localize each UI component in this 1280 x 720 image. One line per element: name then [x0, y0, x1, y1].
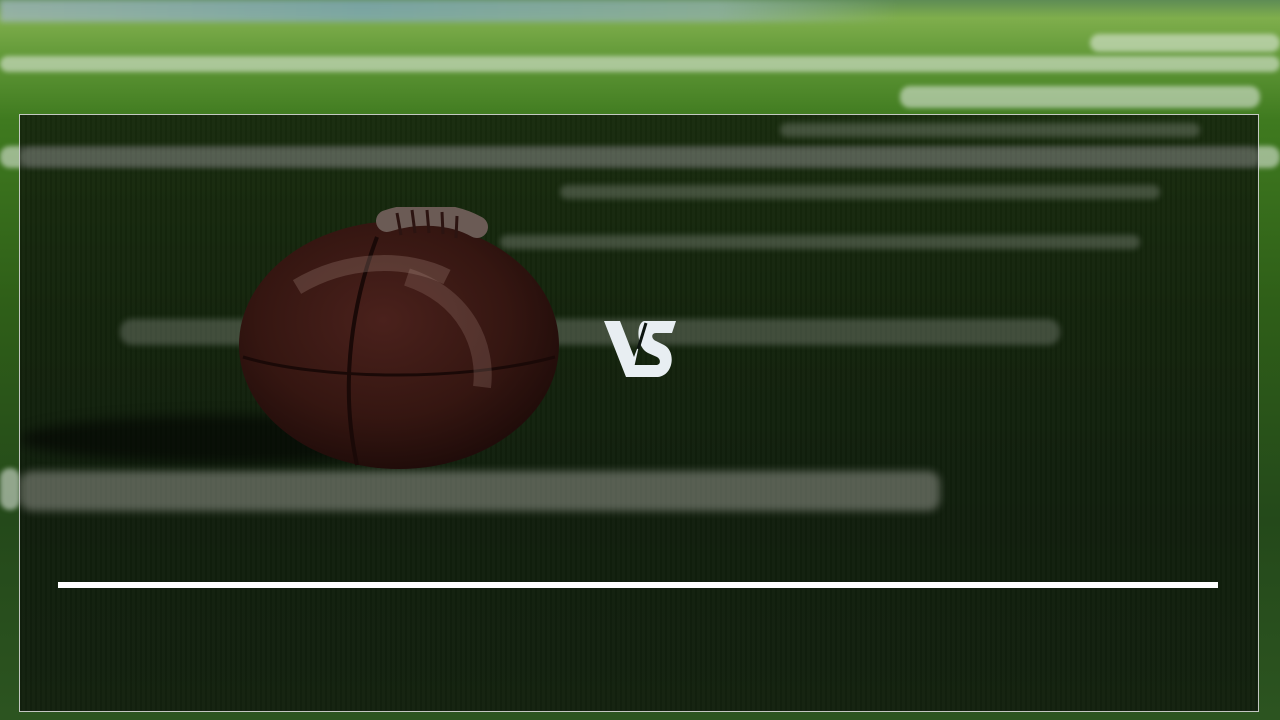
yard-line: [20, 147, 1258, 167]
dark-overlay-panel: [19, 114, 1259, 712]
yard-line: [1090, 34, 1280, 52]
football-icon: [239, 207, 559, 469]
yard-line: [500, 235, 1140, 249]
yard-line: [20, 471, 940, 511]
yard-line: [780, 123, 1200, 137]
stadium-blur: [0, 0, 900, 22]
vs-label: VS: [604, 319, 606, 320]
slide-canvas: VS: [0, 0, 1280, 720]
yard-line: [900, 86, 1260, 108]
yard-line: [560, 185, 1160, 199]
turf-texture: [20, 115, 1258, 711]
yard-line: [0, 468, 20, 510]
yard-line: [0, 56, 1280, 72]
divider-line: [58, 582, 1218, 588]
vs-logo-icon: VS: [604, 319, 676, 377]
